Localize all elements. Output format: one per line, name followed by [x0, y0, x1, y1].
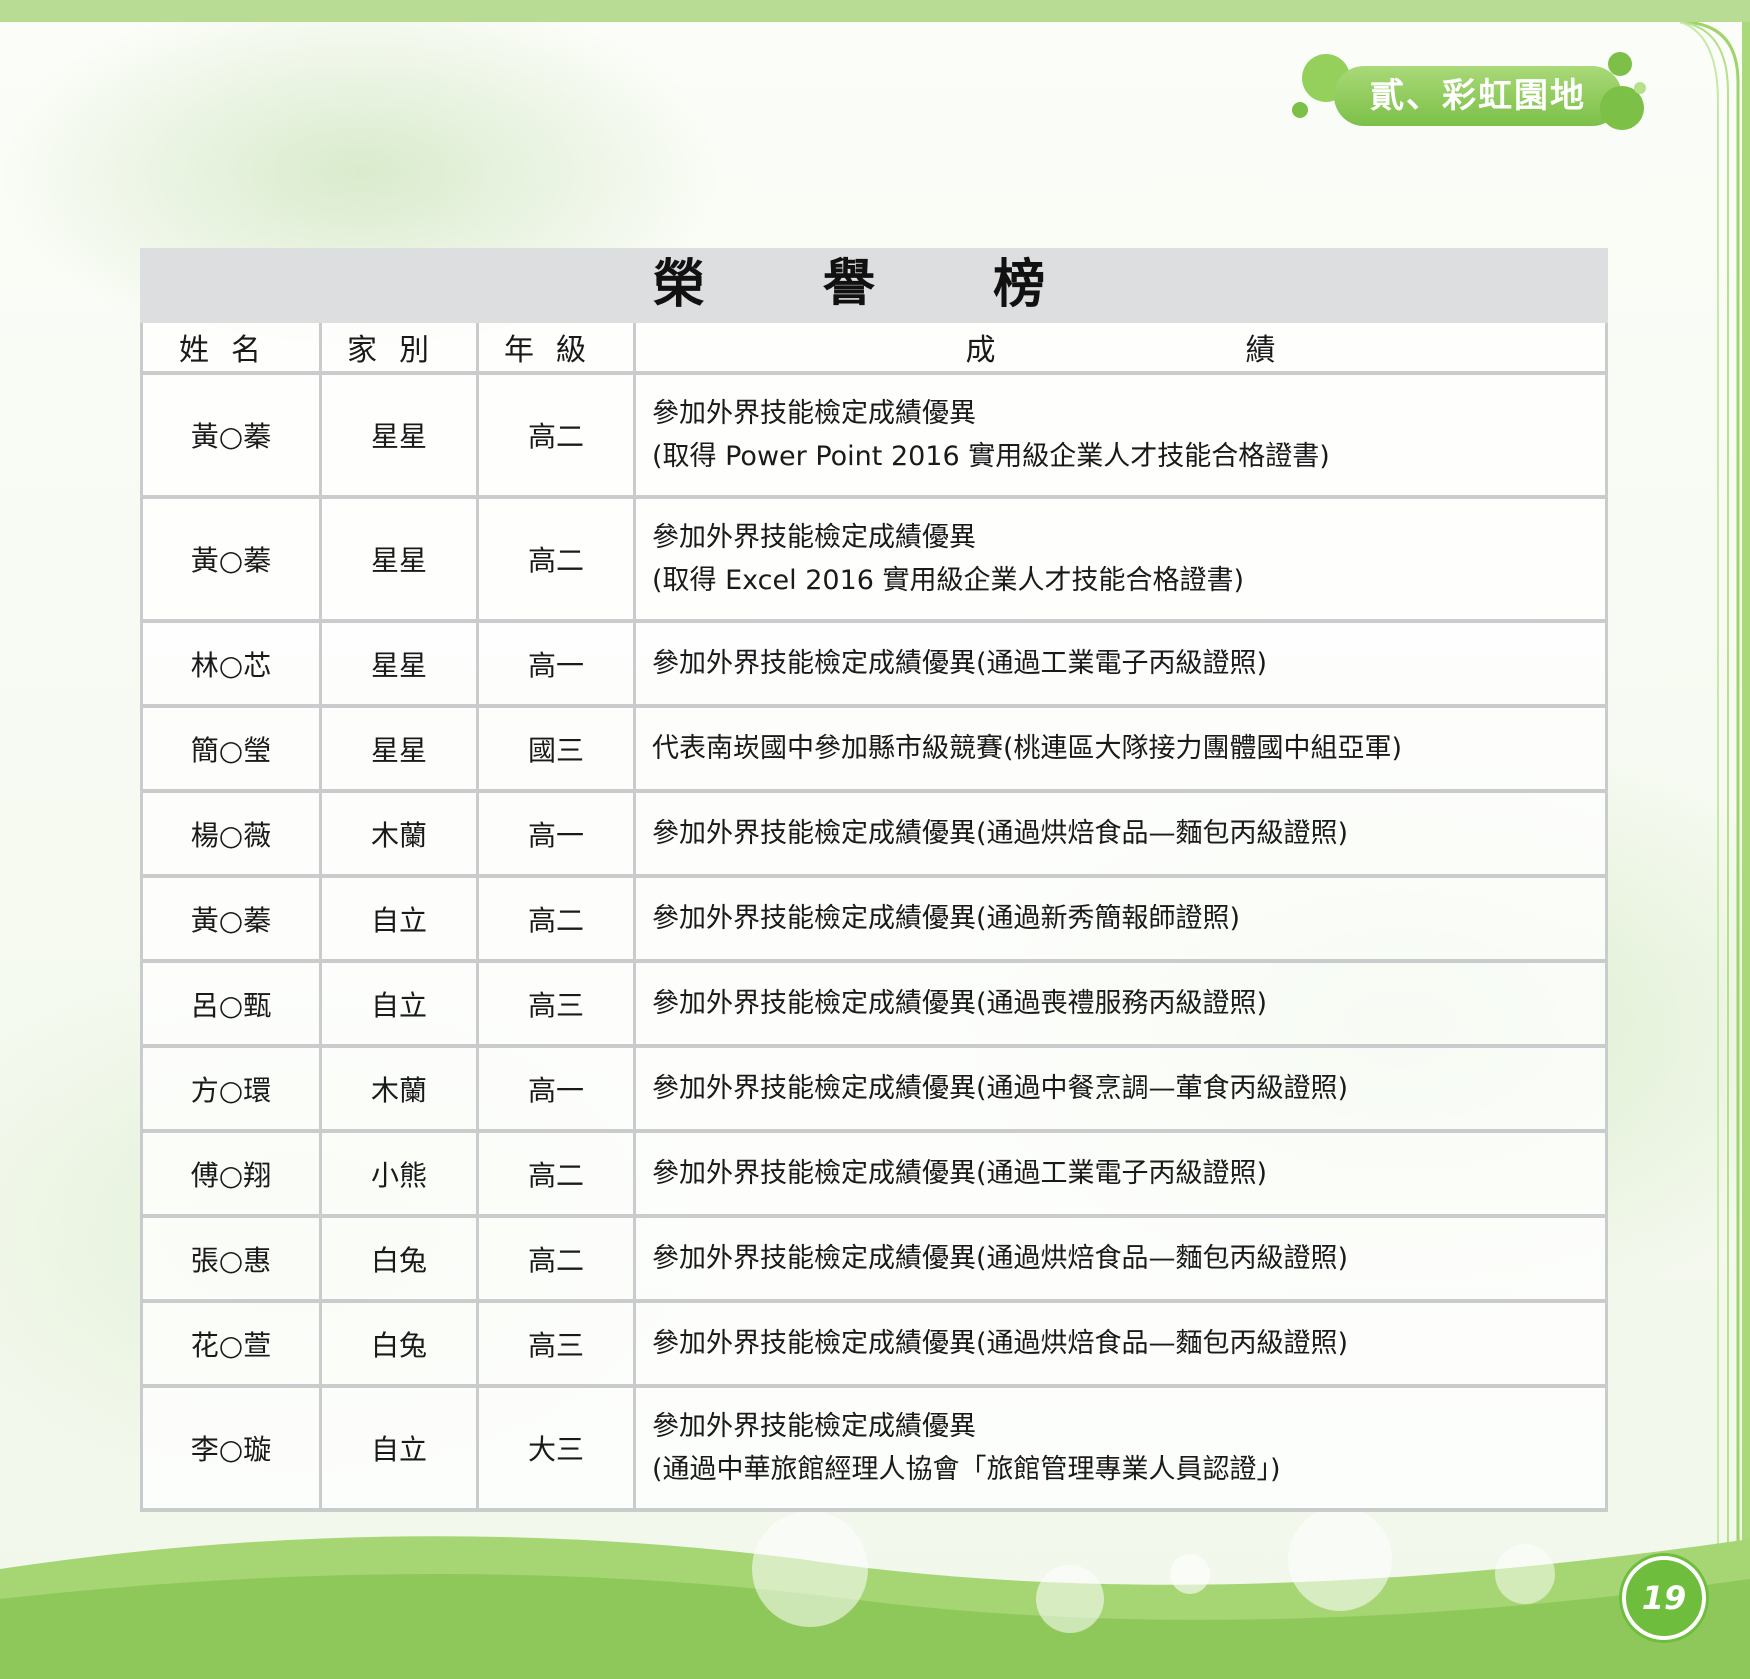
table-row: 呂○甄 自立 高三 參加外界技能檢定成績優異(通過喪禮服務丙級證照) — [140, 963, 1608, 1048]
cell-grade: 大三 — [479, 1388, 636, 1512]
cell-name: 花○萱 — [140, 1303, 322, 1388]
table-row: 傅○翔 小熊 高二 參加外界技能檢定成績優異(通過工業電子丙級證照) — [140, 1133, 1608, 1218]
cell-house: 木蘭 — [322, 793, 479, 878]
cell-grade: 高三 — [479, 963, 636, 1048]
cell-house: 木蘭 — [322, 1048, 479, 1133]
right-decorative-lines — [1680, 22, 1750, 1562]
cell-grade: 高二 — [479, 1218, 636, 1303]
table-row: 黃○蓁 星星 高二 參加外界技能檢定成績優異 (取得 Power Point 2… — [140, 375, 1608, 499]
cell-name: 李○璇 — [140, 1388, 322, 1512]
achievement-line: (取得 Power Point 2016 實用級企業人才技能合格證書) — [652, 441, 1330, 472]
cell-house: 自立 — [322, 1388, 479, 1512]
honor-roll-grid: 姓名 家別 年級 成績 黃○蓁 星星 高二 參加外界技能檢定成績優異 (取得 P… — [140, 323, 1608, 1512]
cell-name: 簡○瑩 — [140, 708, 322, 793]
cell-grade: 高一 — [479, 793, 636, 878]
cell-house: 自立 — [322, 878, 479, 963]
cell-grade: 高三 — [479, 1303, 636, 1388]
cell-name: 林○芯 — [140, 623, 322, 708]
decor-dot-icon — [1292, 102, 1308, 118]
header-house: 家別 — [322, 323, 479, 375]
cell-achievement: 參加外界技能檢定成績優異(通過烘焙食品—麵包丙級證照) — [636, 1303, 1608, 1388]
table-row: 張○惠 白兔 高二 參加外界技能檢定成績優異(通過烘焙食品—麵包丙級證照) — [140, 1218, 1608, 1303]
top-border — [0, 0, 1750, 22]
table-row: 林○芯 星星 高一 參加外界技能檢定成績優異(通過工業電子丙級證照) — [140, 623, 1608, 708]
cell-achievement: 參加外界技能檢定成績優異(通過烘焙食品—麵包丙級證照) — [636, 1218, 1608, 1303]
cell-house: 白兔 — [322, 1218, 479, 1303]
honor-roll-table: 榮 譽 榜 姓名 家別 年級 成績 黃○蓁 星星 高二 參加外界技能檢定成績優異 — [140, 248, 1608, 1512]
decor-dot-icon — [1634, 82, 1646, 94]
cell-achievement: 參加外界技能檢定成績優異(通過喪禮服務丙級證照) — [636, 963, 1608, 1048]
cell-name: 呂○甄 — [140, 963, 322, 1048]
achievement-line: (通過中華旅館經理人協會「旅館管理專業人員認證」) — [652, 1454, 1281, 1485]
cell-name: 黃○蓁 — [140, 878, 322, 963]
cell-achievement: 代表南崁國中參加縣市級競賽(桃連區大隊接力團體國中組亞軍) — [636, 708, 1608, 793]
achievement-line: (取得 Excel 2016 實用級企業人才技能合格證書) — [652, 565, 1245, 596]
cell-house: 白兔 — [322, 1303, 479, 1388]
cell-achievement: 參加外界技能檢定成績優異(通過烘焙食品—麵包丙級證照) — [636, 793, 1608, 878]
cell-achievement: 參加外界技能檢定成績優異 (取得 Power Point 2016 實用級企業人… — [636, 375, 1608, 499]
table-row: 簡○瑩 星星 國三 代表南崁國中參加縣市級競賽(桃連區大隊接力團體國中組亞軍) — [140, 708, 1608, 793]
table-row: 方○環 木蘭 高一 參加外界技能檢定成績優異(通過中餐烹調—葷食丙級證照) — [140, 1048, 1608, 1133]
cell-name: 黃○蓁 — [140, 375, 322, 499]
cell-house: 星星 — [322, 499, 479, 623]
table-row: 黃○蓁 自立 高二 參加外界技能檢定成績優異(通過新秀簡報師證照) — [140, 878, 1608, 963]
cell-achievement: 參加外界技能檢定成績優異 (通過中華旅館經理人協會「旅館管理專業人員認證」) — [636, 1388, 1608, 1512]
section-tag: 貳、彩虹園地 — [1292, 52, 1646, 130]
cell-name: 傅○翔 — [140, 1133, 322, 1218]
achievement-line: 參加外界技能檢定成績優異 — [652, 1411, 976, 1442]
cell-achievement: 參加外界技能檢定成績優異(通過工業電子丙級證照) — [636, 623, 1608, 708]
decor-dot-icon — [1608, 52, 1632, 76]
achievement-line: 參加外界技能檢定成績優異 — [652, 398, 976, 429]
cell-name: 方○環 — [140, 1048, 322, 1133]
cell-house: 星星 — [322, 375, 479, 499]
cell-grade: 高二 — [479, 499, 636, 623]
cell-name: 楊○薇 — [140, 793, 322, 878]
cell-achievement: 參加外界技能檢定成績優異(通過新秀簡報師證照) — [636, 878, 1608, 963]
header-achievement-part-2: 績 — [1245, 333, 1276, 368]
cell-name: 張○惠 — [140, 1218, 322, 1303]
table-row: 花○萱 白兔 高三 參加外界技能檢定成績優異(通過烘焙食品—麵包丙級證照) — [140, 1303, 1608, 1388]
table-title: 榮 譽 榜 — [140, 248, 1608, 323]
cell-grade: 高二 — [479, 375, 636, 499]
achievement-line: 參加外界技能檢定成績優異 — [652, 522, 976, 553]
cell-achievement: 參加外界技能檢定成績優異(通過中餐烹調—葷食丙級證照) — [636, 1048, 1608, 1133]
cell-grade: 國三 — [479, 708, 636, 793]
cell-house: 小熊 — [322, 1133, 479, 1218]
cell-achievement: 參加外界技能檢定成績優異(通過工業電子丙級證照) — [636, 1133, 1608, 1218]
cell-grade: 高一 — [479, 1048, 636, 1133]
page-number: 19 — [1622, 1556, 1706, 1640]
table-row: 楊○薇 木蘭 高一 參加外界技能檢定成績優異(通過烘焙食品—麵包丙級證照) — [140, 793, 1608, 878]
cell-house: 自立 — [322, 963, 479, 1048]
header-achievement: 成績 — [636, 323, 1608, 375]
cell-achievement: 參加外界技能檢定成績優異 (取得 Excel 2016 實用級企業人才技能合格證… — [636, 499, 1608, 623]
header-grade: 年級 — [479, 323, 636, 375]
header-name: 姓名 — [140, 323, 322, 375]
cell-grade: 高二 — [479, 878, 636, 963]
section-title: 貳、彩虹園地 — [1370, 76, 1586, 116]
cell-house: 星星 — [322, 708, 479, 793]
header-achievement-part-1: 成 — [965, 333, 996, 368]
table-row: 黃○蓁 星星 高二 參加外界技能檢定成績優異 (取得 Excel 2016 實用… — [140, 499, 1608, 623]
table-row: 李○璇 自立 大三 參加外界技能檢定成績優異 (通過中華旅館經理人協會「旅館管理… — [140, 1388, 1608, 1512]
cell-grade: 高一 — [479, 623, 636, 708]
header-row: 姓名 家別 年級 成績 — [140, 323, 1608, 375]
cell-grade: 高二 — [479, 1133, 636, 1218]
cell-name: 黃○蓁 — [140, 499, 322, 623]
cell-house: 星星 — [322, 623, 479, 708]
